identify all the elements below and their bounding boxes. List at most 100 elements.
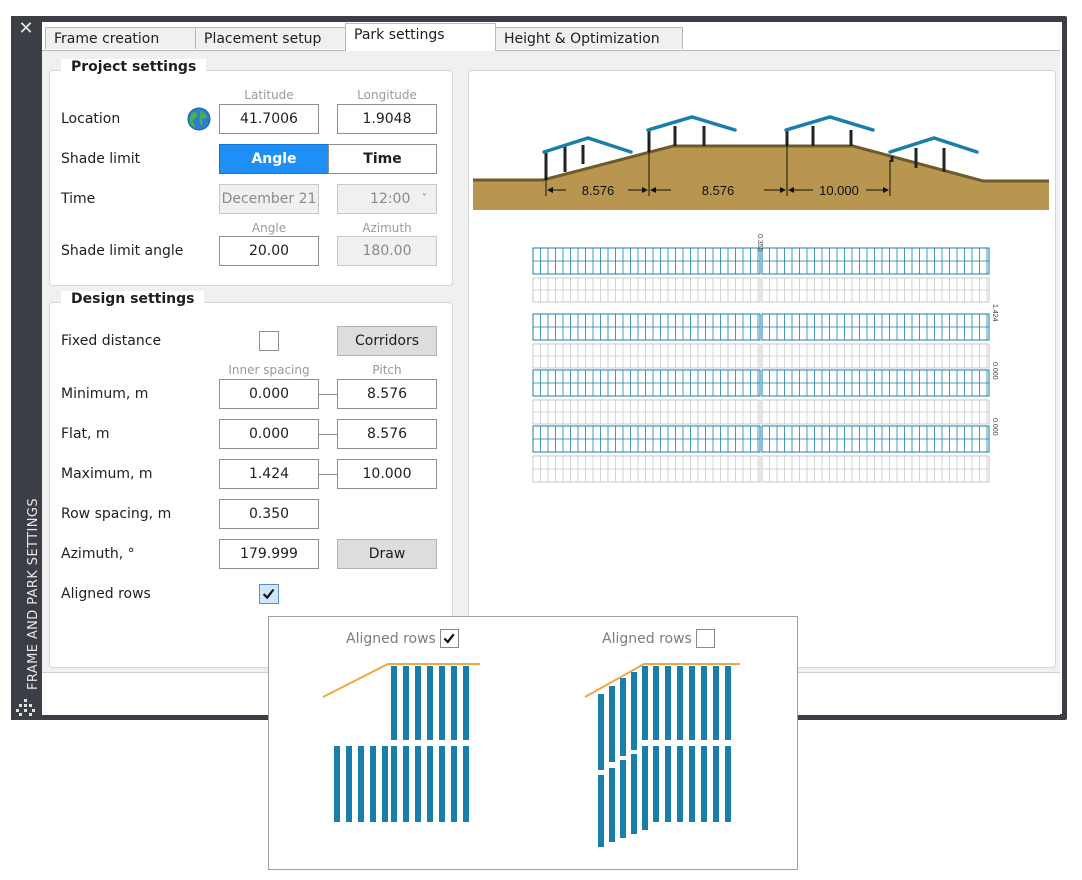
pitch-header: Pitch bbox=[372, 363, 402, 377]
dimension-label: 10.000 bbox=[819, 183, 859, 198]
inset-diagrams bbox=[322, 663, 740, 847]
close-icon[interactable]: ✕ bbox=[15, 18, 37, 40]
panel-strip bbox=[598, 775, 604, 847]
time-dropdown[interactable]: 12:00 ˅ bbox=[337, 184, 437, 214]
terrain-section-diagram: 8.576 8.576 10.000 bbox=[473, 115, 1049, 210]
inset-aligned-label: Aligned rows bbox=[346, 631, 436, 647]
panel-strip bbox=[665, 746, 671, 822]
panel-grid bbox=[532, 247, 990, 483]
palette-title: FRAME AND PARK SETTINGS bbox=[26, 498, 41, 690]
inset-aligned-checkbox bbox=[440, 629, 459, 648]
panel-strip bbox=[665, 666, 671, 740]
panel-strip bbox=[403, 666, 409, 740]
shade-limit-time-toggle[interactable]: Time bbox=[328, 144, 437, 174]
panel-strip bbox=[689, 746, 695, 822]
maximum-label: Maximum, m bbox=[61, 466, 153, 482]
flat-label: Flat, m bbox=[61, 426, 110, 442]
project-settings-title: Project settings bbox=[61, 59, 207, 75]
panel-strip bbox=[620, 760, 626, 838]
panel-strip bbox=[677, 666, 683, 740]
latitude-header: Latitude bbox=[244, 88, 294, 102]
panel-strip bbox=[642, 746, 648, 830]
panel-strip bbox=[415, 666, 421, 740]
minimum-label: Minimum, m bbox=[61, 386, 149, 402]
panel-strip bbox=[415, 746, 421, 822]
panel-strip bbox=[358, 746, 364, 822]
azimuth-label: Azimuth, ° bbox=[61, 546, 135, 562]
dimension-label: 8.576 bbox=[582, 183, 615, 198]
shade-limit-angle-label: Shade limit angle bbox=[61, 243, 184, 259]
link-connector bbox=[319, 394, 337, 395]
minimum-inner-input[interactable]: 0.000 bbox=[219, 379, 319, 409]
shade-limit-label: Shade limit bbox=[61, 151, 141, 167]
minimum-pitch-input[interactable]: 8.576 bbox=[337, 379, 437, 409]
inset-unaligned-checkbox bbox=[696, 629, 715, 648]
grip-icon[interactable] bbox=[15, 698, 37, 718]
checkmark-icon bbox=[443, 633, 455, 644]
aligned-rows-label: Aligned rows bbox=[61, 586, 151, 602]
location-label: Location bbox=[61, 111, 121, 127]
panel-strip bbox=[713, 746, 719, 822]
latitude-input[interactable]: 41.7006 bbox=[219, 104, 319, 134]
aligned-rows-checkbox[interactable] bbox=[259, 584, 279, 604]
panel-strip bbox=[713, 666, 719, 740]
park-plan-diagram: 0.350 1.424 0.000 0.000 bbox=[532, 234, 998, 483]
longitude-input[interactable]: 1.9048 bbox=[337, 104, 437, 134]
panel-strip bbox=[653, 666, 659, 740]
panel-strip bbox=[609, 686, 615, 762]
azimuth-input[interactable]: 179.999 bbox=[219, 539, 319, 569]
date-input[interactable]: December 21 bbox=[219, 184, 319, 214]
plan-dimension-label: 0.000 bbox=[991, 418, 998, 436]
panel-strip bbox=[463, 666, 469, 740]
corridors-button[interactable]: Corridors bbox=[337, 326, 437, 356]
panel-strip bbox=[463, 746, 469, 822]
checkmark-icon bbox=[262, 588, 275, 600]
globe-icon[interactable] bbox=[187, 107, 211, 131]
azimuth-header: Azimuth bbox=[362, 221, 412, 235]
draw-button[interactable]: Draw bbox=[337, 539, 437, 569]
link-connector bbox=[319, 434, 337, 435]
plan-dimension-label: 0.000 bbox=[991, 362, 998, 380]
panel-strip bbox=[439, 666, 445, 740]
panel-strip bbox=[609, 768, 615, 842]
panel-strip bbox=[725, 746, 731, 822]
panel-strip bbox=[631, 672, 637, 750]
panel-strip bbox=[701, 666, 707, 740]
panel-strip bbox=[370, 746, 376, 822]
panel-strip bbox=[427, 746, 433, 822]
time-label: Time bbox=[61, 191, 96, 207]
flat-pitch-input[interactable]: 8.576 bbox=[337, 419, 437, 449]
maximum-pitch-input[interactable]: 10.000 bbox=[337, 459, 437, 489]
shade-angle-input[interactable]: 20.00 bbox=[219, 236, 319, 266]
tab-height-optimization[interactable]: Height & Optimization bbox=[495, 27, 683, 49]
panel-strip bbox=[451, 746, 457, 822]
flat-inner-input[interactable]: 0.000 bbox=[219, 419, 319, 449]
panel-strip bbox=[382, 746, 388, 822]
panel-strip bbox=[701, 746, 707, 822]
longitude-header: Longitude bbox=[357, 88, 417, 102]
inset-unaligned-label: Aligned rows bbox=[602, 631, 692, 647]
tab-frame-creation[interactable]: Frame creation bbox=[45, 27, 196, 49]
design-settings-title: Design settings bbox=[61, 291, 205, 307]
panel-strip bbox=[653, 746, 659, 822]
fixed-distance-label: Fixed distance bbox=[61, 333, 162, 349]
fixed-distance-checkbox[interactable] bbox=[259, 331, 279, 351]
shade-limit-angle-toggle[interactable]: Angle bbox=[219, 144, 329, 174]
panel-strip bbox=[427, 666, 433, 740]
tab-placement-setup[interactable]: Placement setup bbox=[195, 27, 346, 49]
aligned-rows-diagram bbox=[322, 663, 480, 822]
panel-strip bbox=[391, 666, 397, 740]
panel-strip bbox=[642, 666, 648, 740]
unaligned-rows-diagram bbox=[584, 663, 740, 847]
panel-strip bbox=[677, 746, 683, 822]
chevron-down-icon: ˅ bbox=[422, 193, 427, 204]
panel-strip bbox=[620, 678, 626, 756]
tab-park-settings[interactable]: Park settings bbox=[345, 23, 496, 51]
terrain-fill bbox=[473, 146, 1049, 210]
shade-azimuth-input[interactable]: 180.00 bbox=[337, 236, 437, 266]
row-spacing-input[interactable]: 0.350 bbox=[219, 499, 319, 529]
plan-dimension-label: 1.424 bbox=[991, 304, 998, 322]
link-connector bbox=[319, 474, 337, 475]
panel-strip bbox=[346, 746, 352, 822]
maximum-inner-input[interactable]: 1.424 bbox=[219, 459, 319, 489]
